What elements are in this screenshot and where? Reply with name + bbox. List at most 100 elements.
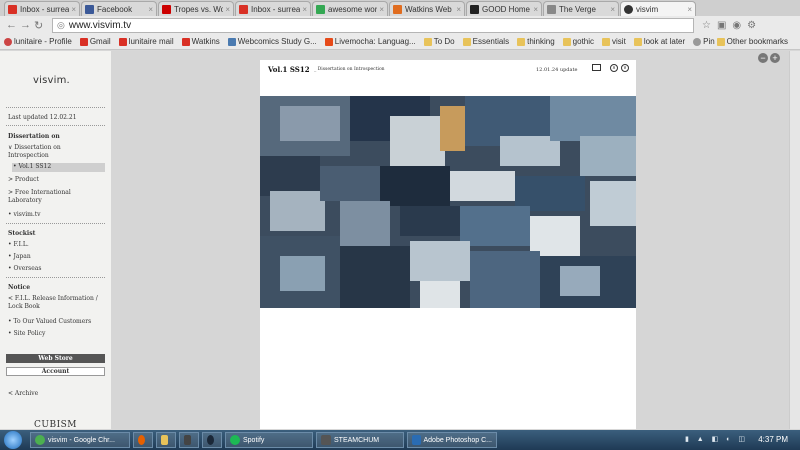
bookmark-lunitaire-mail[interactable]: lunitaire mail (118, 37, 174, 46)
vol-title: Vol.1 SS12 (268, 65, 310, 74)
tab-2[interactable]: Facebook × (81, 1, 157, 16)
web-store-button[interactable]: Web Store (6, 354, 105, 363)
next-icon[interactable]: ∨ (621, 64, 629, 72)
wrench-icon[interactable]: ⚙ (747, 20, 756, 31)
tab-5[interactable]: awesome words× (312, 1, 388, 16)
gmail-icon (8, 4, 17, 14)
cubism-banner[interactable]: CUBISM (34, 420, 77, 430)
tab-1[interactable]: Inbox - surreal.it× (4, 1, 80, 16)
tab-8[interactable]: The Verge × (543, 1, 619, 16)
page-scrollbar[interactable] (789, 51, 800, 429)
taskbar-steamchum[interactable]: STEAMCHUM (316, 432, 404, 448)
bookmark-thinking[interactable]: thinking (517, 37, 555, 46)
taskbar-label: visvim - Google Chr... (48, 436, 115, 444)
bookmark-gothic[interactable]: gothic (562, 37, 594, 46)
firefox-icon (138, 435, 145, 445)
bookmark-label: Other bookmarks (726, 37, 788, 46)
nav-vol1[interactable]: • Vol.1 SS12 (13, 163, 51, 171)
nav-product[interactable]: > Product (8, 176, 39, 184)
nav-archive[interactable]: < Archive (8, 390, 38, 398)
tab-6[interactable]: Watkins Web 3 × (389, 1, 465, 16)
close-icon[interactable]: × (71, 5, 76, 14)
taskbar-steam[interactable] (202, 432, 222, 448)
close-icon[interactable]: × (379, 5, 384, 14)
extension-icon[interactable]: ▣ (717, 20, 726, 31)
verge-icon (547, 4, 556, 14)
bookmark-essentials[interactable]: Essentials (462, 37, 510, 46)
taskbar-label: STEAMCHUM (334, 436, 380, 444)
nav-visvim-tv[interactable]: • visvim.tv (8, 211, 41, 219)
taskbar-firefox[interactable] (133, 432, 153, 448)
nav-fil-release[interactable]: < F.I.L. Release Information / Lock Book (8, 295, 105, 311)
taskbar-chrome[interactable]: visvim - Google Chr... (30, 432, 130, 448)
close-icon[interactable]: × (225, 5, 230, 14)
patchwork-indigo-image (260, 96, 636, 308)
taskbar-app[interactable] (179, 432, 199, 448)
good-icon (470, 4, 479, 14)
nav-dissertation[interactable]: ∨ Dissertation on Introspection (8, 144, 98, 160)
bookmark-other[interactable]: Other bookmarks (716, 37, 788, 46)
bookmark-label: Essentials (472, 37, 510, 46)
close-icon[interactable]: × (687, 5, 692, 14)
close-icon[interactable]: × (456, 5, 461, 14)
tab-label: Inbox - surreal.it (251, 4, 301, 14)
system-tray[interactable]: ▮ ▲ ◧ ◐ ◫ (685, 435, 748, 443)
nav-overseas[interactable]: • Overseas (8, 265, 41, 273)
profile-icon (4, 37, 12, 46)
close-icon[interactable]: × (302, 5, 307, 14)
bookmark-webcomics[interactable]: Webcomics Study G... (227, 37, 317, 46)
bookmarks-bar: lunitaire - Profile Gmail lunitaire mail… (0, 34, 800, 50)
folder-icon (462, 37, 471, 46)
clock[interactable]: 4:37 PM (758, 435, 788, 444)
site-logo[interactable]: visvim. (33, 75, 70, 86)
taskbar-explorer[interactable] (156, 432, 176, 448)
steam-icon (207, 435, 214, 445)
tab-label: Facebook (97, 4, 133, 14)
close-icon[interactable]: × (610, 5, 615, 14)
nav-site-policy[interactable]: • Site Policy (8, 330, 45, 338)
gmail-icon (239, 4, 248, 14)
bookmark-label: To Do (433, 37, 455, 46)
star-icon[interactable]: ☆ (702, 20, 711, 31)
spotify-icon (230, 435, 240, 445)
tab-4[interactable]: Inbox - surreal.it× (235, 1, 311, 16)
zoom-out-icon[interactable]: − (758, 53, 768, 63)
tab-label: Tropes vs. Wom (174, 4, 223, 14)
nav-valued-customers[interactable]: • To Our Valued Customers (8, 318, 91, 326)
youtube-icon (162, 4, 171, 14)
opera-icon[interactable]: ◉ (732, 20, 741, 31)
start-button[interactable] (4, 431, 22, 449)
tab-7[interactable]: GOOD Home Pa× (466, 1, 542, 16)
reload-icon[interactable]: ↻ (34, 19, 48, 32)
nav-fil[interactable]: • F.I.L. (8, 241, 29, 249)
bookmark-gmail[interactable]: Gmail (79, 37, 111, 46)
bookmark-lunitaire-profile[interactable]: lunitaire - Profile (4, 37, 72, 46)
close-icon[interactable]: × (533, 5, 538, 14)
print-icon[interactable] (592, 64, 601, 71)
taskbar-spotify[interactable]: Spotify (225, 432, 313, 448)
folder-icon (423, 37, 432, 46)
nav-japan[interactable]: • Japan (8, 253, 31, 261)
site-sidebar: visvim. Last updated 12.02.21 Dissertati… (0, 51, 111, 430)
folder-icon (161, 435, 168, 445)
account-button[interactable]: Account (6, 367, 105, 376)
back-icon[interactable]: ← (6, 19, 20, 31)
close-icon[interactable]: × (148, 5, 153, 14)
zoom-in-icon[interactable]: + (770, 53, 780, 63)
bookmark-livemocha[interactable]: Livemocha: Languag... (324, 37, 416, 46)
bookmark-watkins[interactable]: Watkins (181, 37, 220, 46)
bookmark-to-do[interactable]: To Do (423, 37, 455, 46)
tab-3[interactable]: Tropes vs. Wom× (158, 1, 234, 16)
forward-icon[interactable]: → (20, 19, 34, 31)
pin-icon (693, 37, 702, 46)
nav-free-international[interactable]: > Free International Laboratory (8, 189, 98, 205)
bookmark-label: thinking (527, 37, 555, 46)
bookmark-visit[interactable]: visit (602, 37, 626, 46)
taskbar-photoshop[interactable]: Adobe Photoshop C... (407, 432, 497, 448)
bookmark-label: look at later (643, 37, 686, 46)
bookmark-look-at-later[interactable]: look at later (633, 37, 686, 46)
prev-icon[interactable]: ∧ (610, 64, 618, 72)
tab-9-active[interactable]: visvim × (620, 1, 696, 16)
visvim-icon (624, 4, 633, 14)
url-field[interactable]: ◎ www.visvim.tv (52, 17, 694, 33)
